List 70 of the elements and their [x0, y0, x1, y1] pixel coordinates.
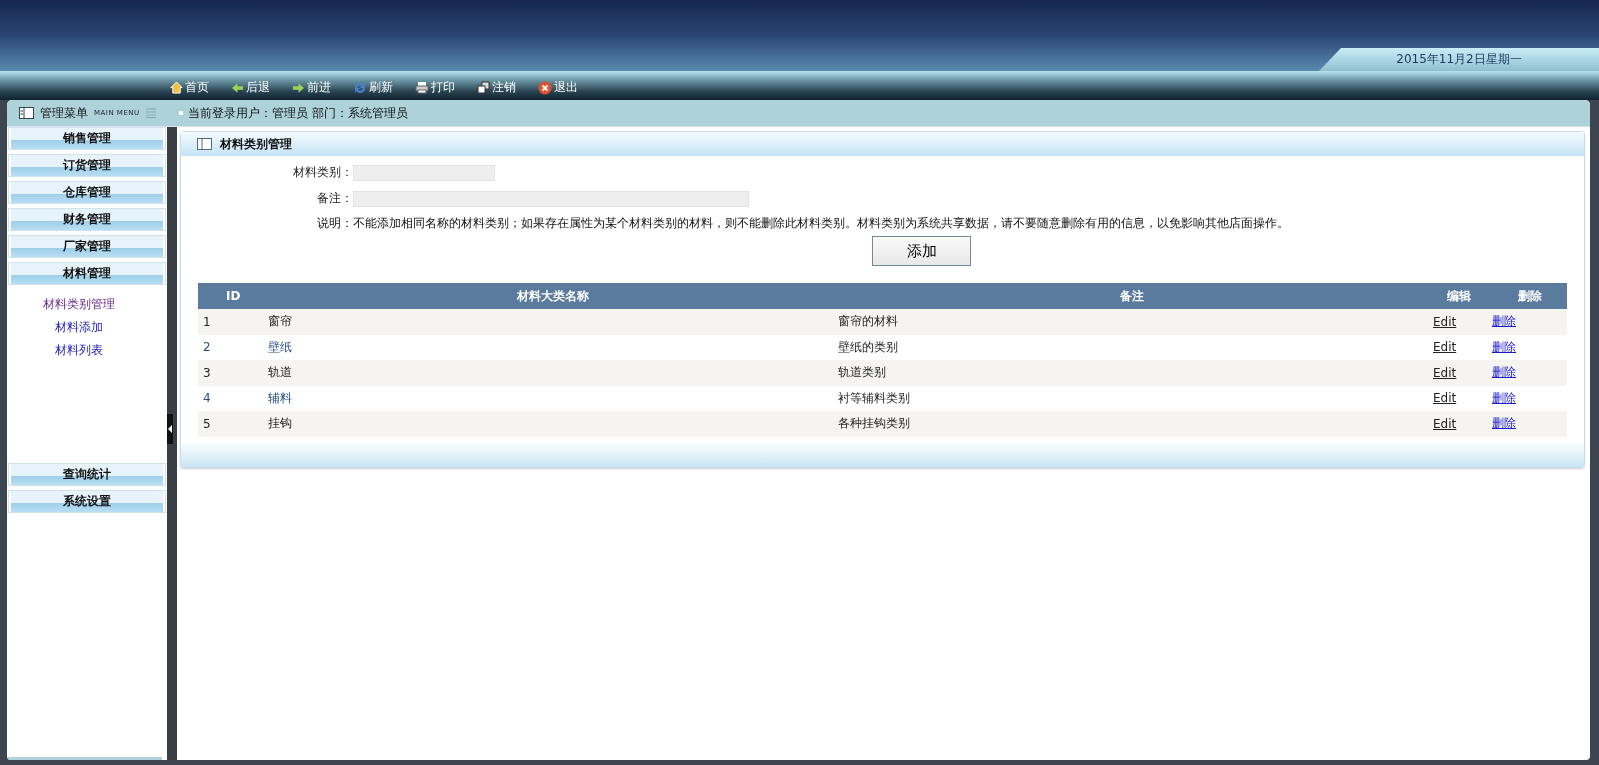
edit-link[interactable]: Edit: [1433, 416, 1457, 431]
toolbar-button[interactable]: 后退: [229, 79, 282, 100]
edit-link[interactable]: Edit: [1433, 314, 1457, 329]
menu-group[interactable]: 销售管理: [8, 127, 166, 150]
add-button[interactable]: 添加: [872, 236, 971, 266]
column-header: 备注: [1119, 287, 1145, 305]
edit-link[interactable]: Edit: [1433, 391, 1457, 406]
table-cell-text: 各种挂钩类别: [838, 415, 911, 433]
toolbar-button[interactable]: 注销: [475, 79, 528, 100]
table-cell-text: 1: [202, 314, 212, 329]
delete-link[interactable]: 删除: [1492, 314, 1516, 329]
edit-link[interactable]: Edit: [1433, 340, 1457, 355]
date-text: 2015年11月2日星期一: [1396, 51, 1522, 68]
panel-icon: [197, 138, 212, 150]
home-icon: [170, 81, 183, 94]
bullet-icon: [179, 111, 183, 115]
panel-title: 材料类别管理: [220, 135, 292, 153]
table-cell-text: 窗帘的材料: [838, 313, 899, 331]
delete-link[interactable]: 删除: [1492, 365, 1516, 380]
table-cell-text: 2: [202, 340, 212, 355]
input-field[interactable]: [353, 190, 749, 207]
login-status: 当前登录用户：管理员 部门：系统管理员: [188, 104, 408, 122]
toolbar-button[interactable]: 首页: [168, 79, 221, 100]
toolbar-button[interactable]: 退出: [536, 79, 590, 100]
delete-link[interactable]: 删除: [1492, 416, 1516, 431]
table-cell-text: 轨道类别: [838, 364, 887, 382]
menu-group[interactable]: 财务管理: [8, 208, 166, 231]
edit-link[interactable]: Edit: [1433, 365, 1457, 380]
column-header: 编辑: [1446, 287, 1472, 305]
left-arrow-icon: [231, 81, 244, 94]
close-icon: [538, 80, 552, 95]
menu-group[interactable]: 订货管理: [8, 154, 166, 177]
submenu-item[interactable]: 材料类别管理: [7, 293, 115, 316]
column-header: 删除: [1516, 287, 1543, 305]
table-cell-text: 窗帘: [268, 313, 293, 331]
table-cell-text: 4: [202, 391, 212, 406]
menu-group[interactable]: 仓库管理: [8, 181, 166, 204]
menu-title: 管理菜单: [40, 104, 88, 122]
submenu-item[interactable]: 材料添加: [7, 316, 103, 339]
delete-link[interactable]: 删除: [1492, 390, 1516, 405]
table-cell-text: 辅料: [268, 389, 293, 407]
field-label: 备注：: [316, 190, 353, 207]
window-icon: [477, 81, 490, 94]
toolbar-button[interactable]: 刷新: [351, 79, 405, 100]
refresh-icon: [353, 80, 367, 95]
note-text: 说明：不能添加相同名称的材料类别；如果存在属性为某个材料类别的材料，则不能删除此材料类别。材料类别为系统共享数据，请不要随意删除有用的信息，以免影响其他店面操作。: [316, 216, 1289, 231]
right-arrow-icon: [292, 81, 305, 94]
field-label: 材料类别：: [292, 164, 353, 181]
column-header: ID: [225, 289, 242, 303]
submenu-item[interactable]: 材料列表: [7, 339, 103, 362]
delete-link[interactable]: 删除: [1492, 339, 1516, 354]
table-cell-text: 3: [202, 365, 212, 380]
collapse-handle[interactable]: [167, 414, 173, 444]
toolbar-button[interactable]: 前进: [290, 79, 343, 100]
menu-group[interactable]: 查询统计: [8, 463, 166, 486]
menu-group[interactable]: 系统设置: [8, 490, 166, 513]
toolbar-button[interactable]: 打印: [413, 79, 467, 100]
input-field[interactable]: [353, 164, 495, 181]
printer-icon: [415, 81, 429, 94]
table-cell-text: 壁纸: [268, 338, 293, 356]
table-cell-text: 壁纸的类别: [838, 338, 899, 356]
menu-group[interactable]: 材料管理: [8, 262, 166, 285]
table-cell-text: 5: [202, 416, 212, 431]
panel-icon: [19, 107, 34, 119]
menu-icon[interactable]: [145, 108, 156, 118]
column-header: 材料大类名称: [516, 287, 590, 305]
table-cell-text: 挂钩: [268, 415, 293, 433]
table-cell-text: 轨道: [268, 364, 293, 382]
table-cell-text: 衬等辅料类别: [838, 389, 911, 407]
menu-group[interactable]: 厂家管理: [8, 235, 166, 258]
